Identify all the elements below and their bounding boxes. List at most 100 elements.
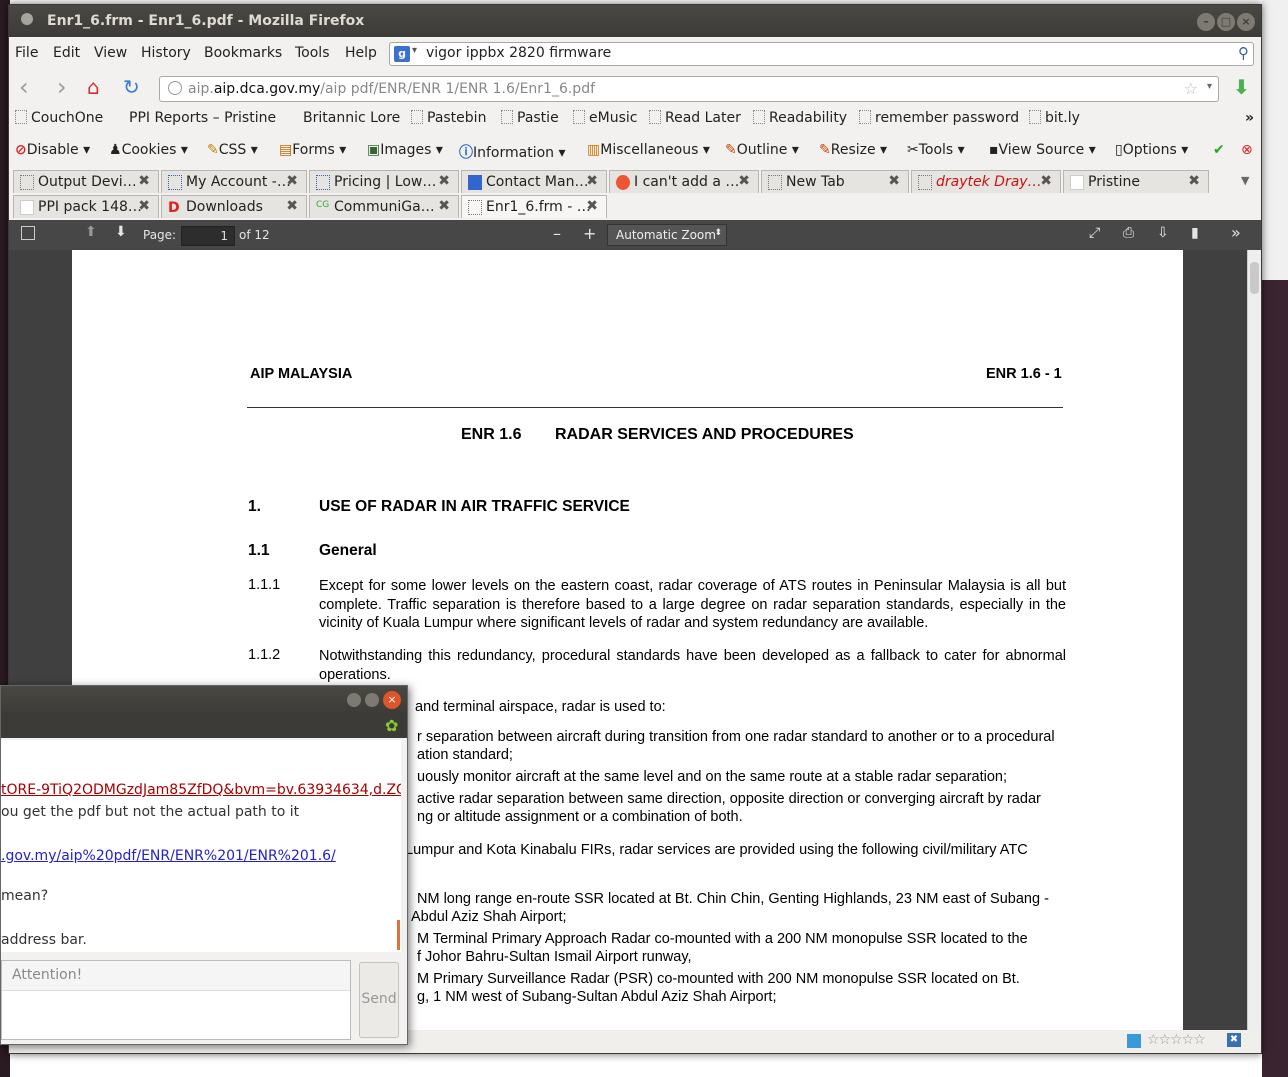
- maximize-icon[interactable]: [365, 693, 379, 707]
- chat-link[interactable]: tORE-9TiQ2ODMGzdJam85ZfDQ&bvm=bv.6393463…: [1, 782, 401, 798]
- chat-toolbar: ✿: [1, 714, 407, 738]
- webdev-options[interactable]: ▯Options ▾: [1115, 142, 1188, 158]
- zoom-select[interactable]: Automatic Zoom ⬍: [607, 224, 727, 246]
- webdev-view-source[interactable]: ▪View Source ▾: [989, 142, 1096, 158]
- bookmark-item[interactable]: Pastie: [501, 110, 559, 126]
- download-icon[interactable]: ⬇: [1233, 75, 1250, 99]
- text-line: Abdul Aziz Shah Airport;: [411, 909, 567, 925]
- bookmark-item[interactable]: remember password: [859, 110, 1019, 126]
- zoom-out-icon[interactable]: –: [553, 224, 561, 243]
- menu-history[interactable]: History: [141, 45, 191, 61]
- minimize-icon[interactable]: –: [1197, 13, 1215, 31]
- attention-button[interactable]: Attention!: [2, 961, 350, 991]
- bookmark-item[interactable]: Britannic Lore: [287, 110, 400, 126]
- chat-message-input[interactable]: Attention!: [1, 960, 351, 1040]
- header-rule: [247, 407, 1063, 408]
- zoom-in-icon[interactable]: +: [583, 224, 596, 243]
- check-icon[interactable]: ✔: [1213, 142, 1225, 158]
- close-icon[interactable]: ×: [383, 691, 401, 709]
- text-line: uously monitor aircraft at the same leve…: [417, 769, 1007, 785]
- tab[interactable]: Pristine ✖: [1063, 170, 1209, 193]
- bookmark-item[interactable]: Read Later: [649, 110, 741, 126]
- tab[interactable]: PPI pack 148… ✖: [13, 195, 159, 218]
- tab[interactable]: I can't add a … ✖: [609, 170, 759, 193]
- tab-list-icon[interactable]: ▼: [1241, 174, 1249, 187]
- url-dropdown-icon[interactable]: ▾: [1207, 81, 1212, 92]
- google-icon[interactable]: g: [394, 46, 410, 62]
- scrollbar-thumb[interactable]: [1250, 262, 1259, 294]
- app-menu-icon[interactable]: [21, 13, 33, 25]
- webdev-outline[interactable]: ✎Outline ▾: [725, 142, 799, 158]
- tab[interactable]: CG CommuniGa… ✖: [309, 195, 459, 218]
- bookmark-item[interactable]: PPI Reports – Pristine: [113, 110, 276, 126]
- menu-help[interactable]: Help: [345, 45, 377, 61]
- home-icon[interactable]: ⌂: [87, 75, 100, 99]
- tab[interactable]: Output Devi… ✖: [13, 170, 159, 193]
- menu-tools[interactable]: Tools: [295, 45, 330, 61]
- bookmark-item[interactable]: Readability: [753, 110, 847, 126]
- fullscreen-icon[interactable]: ⤢: [1089, 225, 1100, 241]
- vertical-scrollbar[interactable]: [1247, 250, 1261, 1030]
- section-title: USE OF RADAR IN AIR TRAFFIC SERVICE: [319, 498, 630, 515]
- error-icon[interactable]: ⊗: [1241, 142, 1253, 158]
- tab[interactable]: D Downloads ✖: [161, 195, 307, 218]
- chevron-right-icon[interactable]: »: [1245, 110, 1254, 126]
- chat-scroll-indicator: [397, 920, 400, 950]
- bookmark-item[interactable]: bit.ly: [1029, 110, 1080, 126]
- webdev-miscellaneous[interactable]: ▥Miscellaneous ▾: [587, 142, 710, 158]
- tab[interactable]: draytek Dray… ✖: [911, 170, 1061, 193]
- title-bar: Enr1_6.frm - Enr1_6.pdf - Mozilla Firefo…: [9, 5, 1261, 37]
- url-bar[interactable]: aip.aip.dca.gov.my/aip pdf/ENR/ENR 1/ENR…: [159, 76, 1219, 102]
- previous-page-icon[interactable]: ⬆: [85, 224, 97, 240]
- bookmark-icon[interactable]: ▮: [1191, 225, 1199, 241]
- print-icon[interactable]: ⎙: [1123, 225, 1134, 241]
- chat-link[interactable]: .gov.my/aip%20pdf/ENR/ENR%201/ENR%201.6/: [1, 848, 336, 864]
- send-button[interactable]: Send: [359, 962, 399, 1038]
- webdev-forms[interactable]: ▤Forms ▾: [279, 142, 346, 158]
- chevron-down-icon[interactable]: ▾: [412, 45, 417, 56]
- sidebar-toggle-icon[interactable]: [21, 226, 35, 240]
- url-host: aip.dca.gov.my: [213, 81, 321, 97]
- reload-icon[interactable]: ↻: [123, 75, 140, 99]
- tab[interactable]: My Account -… ✖: [161, 170, 307, 193]
- chat-window: × ✿ ☺ tORE-9TiQ2ODMGzdJam85ZfDQ&bvm=bv.6…: [0, 685, 408, 1045]
- next-page-icon[interactable]: ⬇: [115, 224, 127, 240]
- tab[interactable]: New Tab ✖: [761, 170, 909, 193]
- page-number-input[interactable]: 1: [181, 226, 235, 246]
- search-box[interactable]: g ▾ vigor ippbx 2820 firmware ⚲: [389, 42, 1254, 66]
- maximize-icon[interactable]: □: [1217, 13, 1235, 31]
- close-addon-bar-icon[interactable]: ✖: [1227, 1033, 1241, 1047]
- menu-file[interactable]: File: [15, 45, 38, 61]
- menu-edit[interactable]: Edit: [53, 45, 80, 61]
- webdev-tools[interactable]: ✂Tools ▾: [907, 142, 965, 158]
- chat-log: tORE-9TiQ2ODMGzdJam85ZfDQ&bvm=bv.6393463…: [1, 740, 401, 952]
- tools-chevron-icon[interactable]: »: [1231, 223, 1241, 242]
- text-line: g, 1 NM west of Subang-Sultan Abdul Aziz…: [417, 989, 777, 1005]
- webdev-disable[interactable]: ⊘Disable ▾: [15, 142, 90, 158]
- tab[interactable]: Contact Man… ✖: [461, 170, 607, 193]
- tab[interactable]: Pricing | Low… ✖: [309, 170, 459, 193]
- forward-icon[interactable]: ›: [57, 73, 67, 101]
- pdf-header-right: ENR 1.6 - 1: [986, 366, 1062, 382]
- back-icon[interactable]: ‹: [19, 73, 29, 101]
- menu-view[interactable]: View: [94, 45, 127, 61]
- webdev-information[interactable]: ⓘInformation ▾: [459, 142, 566, 162]
- bookmark-item[interactable]: Pastebin: [411, 110, 486, 126]
- webdev-cookies[interactable]: ♟Cookies ▾: [109, 142, 188, 158]
- search-input[interactable]: vigor ippbx 2820 firmware: [426, 45, 611, 61]
- search-icon[interactable]: ⚲: [1238, 44, 1249, 62]
- star-icon[interactable]: ☆: [1184, 79, 1198, 98]
- webdev-resize[interactable]: ✎Resize ▾: [819, 142, 887, 158]
- rating-stars-icon[interactable]: ☆☆☆☆☆: [1147, 1032, 1206, 1048]
- webdev-images[interactable]: ▣Images ▾: [367, 142, 443, 158]
- text-line: Lumpur and Kota Kinabalu FIRs, radar ser…: [405, 842, 1028, 858]
- download-pdf-icon[interactable]: ⇩: [1157, 225, 1169, 241]
- tab-active[interactable]: Enr1_6.frm - … ✖: [461, 195, 607, 218]
- menu-bookmarks[interactable]: Bookmarks: [204, 45, 282, 61]
- close-icon[interactable]: ×: [1237, 13, 1255, 31]
- bookmark-item[interactable]: eMusic: [573, 110, 637, 126]
- minimize-icon[interactable]: [347, 693, 361, 707]
- bookmark-item[interactable]: CouchOne: [15, 110, 103, 126]
- addon-icon[interactable]: [1127, 1034, 1141, 1048]
- webdev-css[interactable]: ✎CSS ▾: [207, 142, 258, 158]
